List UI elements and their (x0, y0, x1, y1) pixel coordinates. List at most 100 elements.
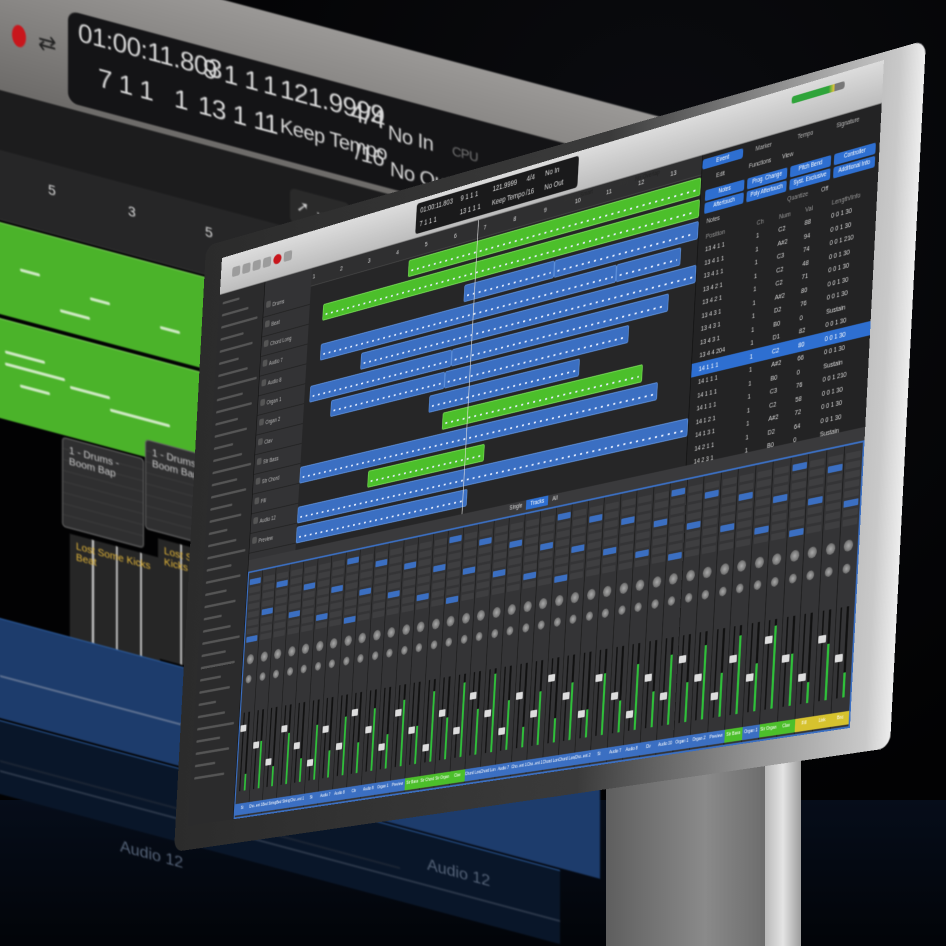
channel-name[interactable]: Cho..ent 1 (289, 793, 305, 808)
send-knob[interactable] (788, 573, 797, 585)
plugin-slot[interactable] (619, 534, 634, 544)
plugin-slot[interactable] (248, 601, 260, 610)
plugin-slot[interactable] (273, 629, 285, 638)
pan-knob[interactable] (570, 591, 580, 604)
mute-solo-buttons[interactable] (306, 783, 318, 791)
send-knob[interactable] (328, 658, 336, 669)
plugin-slot[interactable] (601, 564, 616, 574)
plugin-slot[interactable] (573, 508, 587, 518)
plugin-slot[interactable] (809, 467, 825, 478)
pan-knob[interactable] (461, 612, 470, 625)
plugin-slot[interactable] (637, 503, 652, 513)
rewind-button[interactable] (231, 265, 241, 278)
mute-solo-buttons[interactable] (265, 790, 277, 798)
plugin-slot[interactable] (301, 624, 313, 633)
plugin-slot[interactable] (375, 550, 388, 559)
channel-name[interactable]: Bed Strings (262, 797, 277, 812)
plugin-slot[interactable] (372, 610, 385, 619)
mute-solo-buttons[interactable] (529, 749, 543, 757)
plugin-slot[interactable] (668, 542, 683, 552)
plugin-slot[interactable] (790, 499, 805, 510)
plugin-slot[interactable] (571, 535, 586, 545)
plugin-slot[interactable] (522, 580, 536, 590)
plugin-slot[interactable] (290, 568, 303, 577)
plugin-slot[interactable] (417, 566, 431, 576)
plugin-slot[interactable] (492, 569, 506, 578)
pan-knob[interactable] (652, 575, 662, 589)
channel-name[interactable]: Organ 1 (375, 780, 391, 795)
plugin-slot[interactable] (373, 584, 386, 593)
pan-knob[interactable] (287, 645, 296, 658)
volume-fader[interactable] (240, 724, 247, 733)
volume-fader[interactable] (306, 758, 313, 767)
pan-knob[interactable] (301, 643, 310, 655)
plugin-slot[interactable] (403, 561, 416, 570)
mute-solo-buttons[interactable] (693, 723, 708, 732)
plugin-slot[interactable] (402, 578, 415, 587)
plugin-slot[interactable] (538, 577, 552, 587)
plugin-slot[interactable] (825, 501, 841, 512)
send-knob[interactable] (460, 634, 468, 645)
plugin-slot[interactable] (433, 546, 447, 556)
plugin-slot[interactable] (259, 632, 272, 641)
plugin-slot[interactable] (492, 560, 506, 569)
plugin-slot[interactable] (287, 626, 299, 635)
plugin-slot[interactable] (755, 497, 770, 507)
plugin-slot[interactable] (755, 488, 771, 498)
plugin-slot[interactable] (361, 553, 374, 562)
plugin-slot[interactable] (842, 507, 859, 518)
volume-fader[interactable] (562, 691, 570, 701)
send-knob[interactable] (770, 576, 779, 588)
plugin-slot[interactable] (540, 524, 555, 533)
plugin-slot[interactable] (373, 593, 386, 602)
pan-knob[interactable] (843, 538, 854, 553)
plugin-slot[interactable] (345, 581, 358, 591)
plugin-slot[interactable] (722, 476, 737, 487)
plugin-slot[interactable] (331, 584, 343, 594)
plugin-slot[interactable] (476, 580, 490, 590)
plugin-slot[interactable] (479, 528, 493, 538)
send-knob[interactable] (667, 595, 676, 607)
channel-name[interactable]: Audio 7 (317, 789, 333, 804)
volume-fader[interactable] (817, 634, 826, 644)
send-knob[interactable] (601, 608, 609, 619)
mute-solo-buttons[interactable] (798, 707, 814, 716)
send-knob[interactable] (415, 642, 423, 653)
plugin-slot[interactable] (619, 543, 633, 553)
plugin-slot[interactable] (417, 575, 430, 585)
mute-solo-buttons[interactable] (292, 785, 304, 793)
volume-fader[interactable] (530, 709, 538, 718)
mute-solo-buttons[interactable] (437, 763, 450, 771)
plugin-slot[interactable] (618, 561, 632, 571)
pan-knob[interactable] (329, 637, 338, 650)
volume-fader[interactable] (745, 673, 754, 682)
plugin-slot[interactable] (315, 612, 328, 622)
plugin-slot[interactable] (753, 525, 769, 535)
plugin-slot[interactable] (686, 511, 701, 521)
plugin-slot[interactable] (618, 552, 633, 562)
plugin-slot[interactable] (476, 589, 489, 599)
plugin-slot[interactable] (462, 566, 475, 576)
plugin-slot[interactable] (525, 518, 539, 528)
send-knob[interactable] (386, 648, 393, 658)
plugin-slot[interactable] (261, 599, 274, 608)
plugin-slot[interactable] (249, 585, 261, 594)
send-knob[interactable] (430, 640, 438, 650)
plugin-slot[interactable] (685, 530, 700, 540)
volume-fader[interactable] (280, 724, 288, 733)
volume-fader[interactable] (547, 673, 555, 683)
plugin-slot[interactable] (792, 461, 807, 472)
plugin-slot[interactable] (739, 473, 754, 483)
send-knob[interactable] (650, 598, 659, 610)
send-knob[interactable] (286, 666, 293, 677)
plugin-slot[interactable] (719, 532, 734, 542)
volume-fader[interactable] (515, 691, 523, 700)
channel-name[interactable]: Audio 8 (331, 787, 347, 802)
volume-fader[interactable] (610, 691, 618, 701)
channel-name[interactable]: Organ 1 (673, 734, 691, 751)
plugin-slot[interactable] (603, 528, 618, 538)
plugin-slot[interactable] (358, 604, 371, 613)
channel-name[interactable]: Audio 8 (622, 742, 641, 758)
plugin-slot[interactable] (288, 610, 300, 619)
channel-name[interactable]: St (303, 791, 319, 806)
